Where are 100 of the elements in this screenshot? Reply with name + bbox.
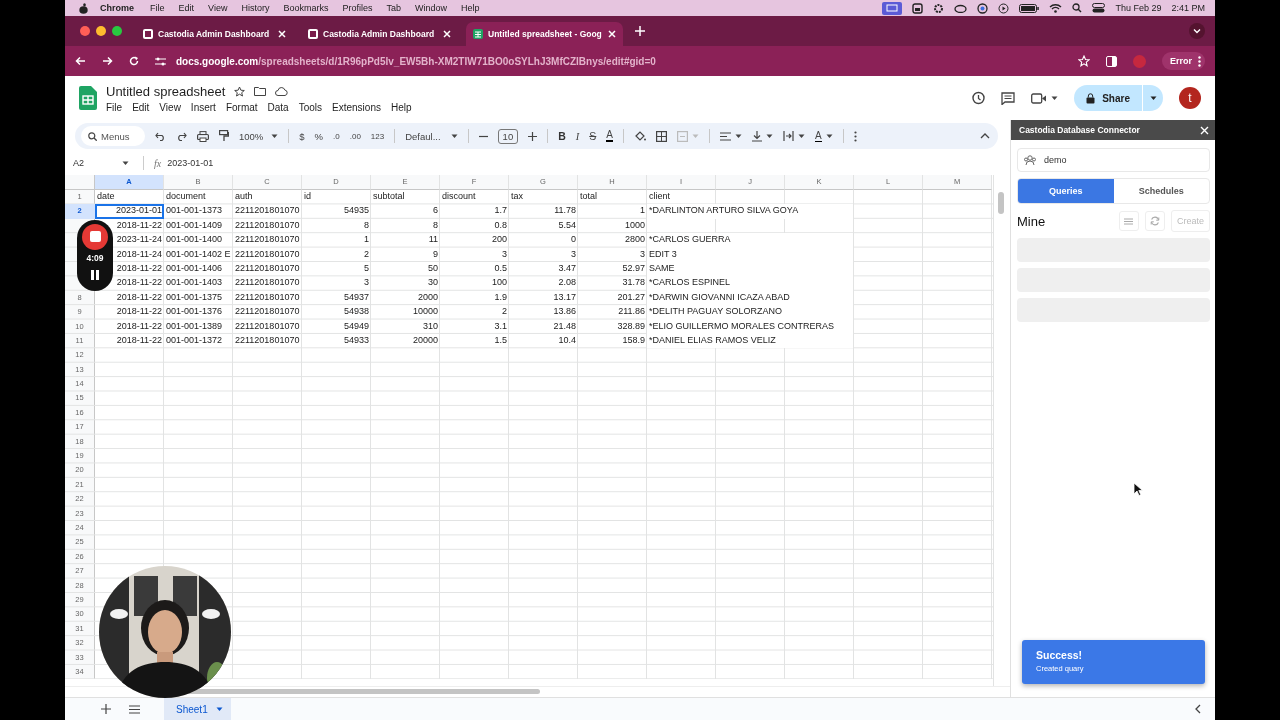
box-icon[interactable] xyxy=(912,2,924,14)
italic-button[interactable]: I xyxy=(575,130,580,142)
table-cell: 2023-01-01 xyxy=(95,204,164,219)
panel-tab[interactable]: Schedules xyxy=(1113,179,1209,203)
menu-item[interactable]: Edit xyxy=(132,101,150,113)
close-icon[interactable] xyxy=(608,30,616,38)
number-format-button[interactable]: 123 xyxy=(370,131,385,141)
menu-item[interactable]: Tools xyxy=(298,101,323,113)
stop-recording-button[interactable] xyxy=(82,223,108,250)
menu-item[interactable]: Help xyxy=(390,101,412,113)
currency-button[interactable]: $ xyxy=(299,130,305,142)
video-icon[interactable] xyxy=(1031,92,1048,104)
formula-field[interactable]: 2023-01-01 xyxy=(167,158,214,168)
borders-icon[interactable] xyxy=(655,130,667,142)
add-sheet-icon[interactable] xyxy=(101,704,111,714)
panel-tab[interactable]: Queries xyxy=(1018,179,1114,203)
folder-icon[interactable] xyxy=(254,86,267,96)
font-select[interactable]: Defaul... xyxy=(405,130,458,142)
display-icon[interactable] xyxy=(882,1,903,15)
gear-icon[interactable] xyxy=(933,2,945,14)
document-title[interactable]: Untitled spreadsheet xyxy=(106,83,226,99)
circle-icon[interactable] xyxy=(977,2,989,14)
table-cell-text: 6 xyxy=(432,204,439,218)
collapse-icon[interactable] xyxy=(980,133,990,139)
table-cell-text: 2211201801070 xyxy=(234,261,301,275)
percent-button[interactable]: % xyxy=(314,130,324,142)
collapse-icon[interactable] xyxy=(1195,704,1201,714)
forward-icon[interactable] xyxy=(102,56,113,66)
address-field[interactable]: docs.google.com/spreadsheets/d/1R96pPd5lv_EW5Bh-XM2TIW71BO0oSYLhJ3MfCZIBnys/edit#gid=0 xyxy=(176,55,656,67)
menu-item[interactable]: Profiles xyxy=(342,3,373,13)
reload-icon[interactable] xyxy=(129,56,139,66)
print-icon[interactable] xyxy=(197,130,209,142)
bold-button[interactable]: B xyxy=(558,130,566,142)
fill-color-icon[interactable] xyxy=(633,130,646,142)
all-sheets-icon[interactable] xyxy=(129,704,140,714)
text-wrap-icon[interactable] xyxy=(782,131,794,141)
tune-icon[interactable] xyxy=(155,56,166,66)
search-icon[interactable] xyxy=(1072,3,1083,13)
menu-item[interactable]: File xyxy=(106,101,123,113)
account-avatar[interactable]: t xyxy=(1179,87,1201,109)
dropdown-icon[interactable] xyxy=(1189,23,1205,39)
pause-icon[interactable] xyxy=(91,269,99,280)
menu-item[interactable]: Extensions xyxy=(332,101,381,113)
cloud-icon[interactable] xyxy=(275,86,289,96)
menu-item[interactable]: File xyxy=(150,3,165,13)
kebab-icon[interactable] xyxy=(853,130,857,142)
close-icon[interactable] xyxy=(443,30,451,38)
browser-tab[interactable]: Untitled spreadsheet - Goog xyxy=(466,22,623,46)
close-icon[interactable] xyxy=(278,30,286,38)
font-size-field[interactable]: 10 xyxy=(497,128,519,144)
menu-item[interactable]: Insert xyxy=(190,101,216,113)
battery-icon[interactable] xyxy=(1019,3,1040,13)
paint-format-icon[interactable] xyxy=(219,130,229,142)
history-icon[interactable] xyxy=(971,91,986,105)
play-icon[interactable] xyxy=(998,2,1010,14)
menu-item[interactable]: View xyxy=(159,101,181,113)
menu-item[interactable]: Window xyxy=(414,3,447,13)
comment-icon[interactable] xyxy=(1001,91,1016,105)
toggle-icon[interactable] xyxy=(1092,3,1106,13)
browser-tab[interactable]: Castodia Admin Dashboard xyxy=(136,22,293,46)
menu-item[interactable]: Data xyxy=(267,101,289,113)
table-cell-text: 3 xyxy=(570,247,577,261)
vertical-align-icon[interactable] xyxy=(751,130,762,142)
menu-item[interactable]: History xyxy=(241,3,270,13)
name-box[interactable]: A2 xyxy=(73,158,133,168)
close-icon[interactable] xyxy=(1200,125,1209,135)
star-icon[interactable] xyxy=(234,85,246,97)
window-close-button[interactable] xyxy=(80,26,90,36)
profile-error-button[interactable]: Error xyxy=(1162,52,1205,70)
zoom-select[interactable]: 100% xyxy=(239,130,279,142)
share-button[interactable]: Share xyxy=(1074,85,1163,111)
list-icon xyxy=(1124,217,1134,225)
menu-item[interactable]: Format xyxy=(225,101,258,113)
menu-item[interactable]: Edit xyxy=(178,3,195,13)
window-minimize-button[interactable] xyxy=(96,26,106,36)
table-cell-text: 2023-11-24 xyxy=(115,233,163,247)
table-cell: *CARLOS ESPINEL xyxy=(647,276,853,291)
align-icon[interactable] xyxy=(719,131,731,141)
wifi-icon[interactable] xyxy=(1049,3,1063,13)
sheet-tab[interactable]: Sheet1 xyxy=(164,698,231,720)
decrease-decimal-button[interactable]: .0 xyxy=(333,131,340,141)
menu-item[interactable]: Bookmarks xyxy=(283,3,329,13)
menu-item[interactable]: Tab xyxy=(386,3,401,13)
window-zoom-button[interactable] xyxy=(112,26,122,36)
text-rotation-button[interactable]: A xyxy=(814,130,822,142)
text-color-button[interactable]: A xyxy=(606,130,613,142)
app-menu[interactable]: Chrome xyxy=(100,3,134,13)
back-icon[interactable] xyxy=(75,56,86,66)
browser-tab[interactable]: Castodia Admin Dashboard xyxy=(301,22,458,46)
side-panel-icon[interactable] xyxy=(1106,55,1117,67)
plus-icon[interactable] xyxy=(528,131,538,141)
redo-icon[interactable] xyxy=(176,131,187,141)
menu-search-field[interactable]: Menus xyxy=(81,126,145,146)
strikethrough-button[interactable]: S xyxy=(589,130,597,142)
undo-icon[interactable] xyxy=(155,131,166,141)
workspace-field[interactable]: demo xyxy=(1017,148,1210,172)
menu-item[interactable]: Help xyxy=(461,3,480,13)
increase-decimal-button[interactable]: .00 xyxy=(349,131,361,141)
cloud-icon[interactable] xyxy=(954,3,968,13)
menu-item[interactable]: View xyxy=(208,3,228,13)
